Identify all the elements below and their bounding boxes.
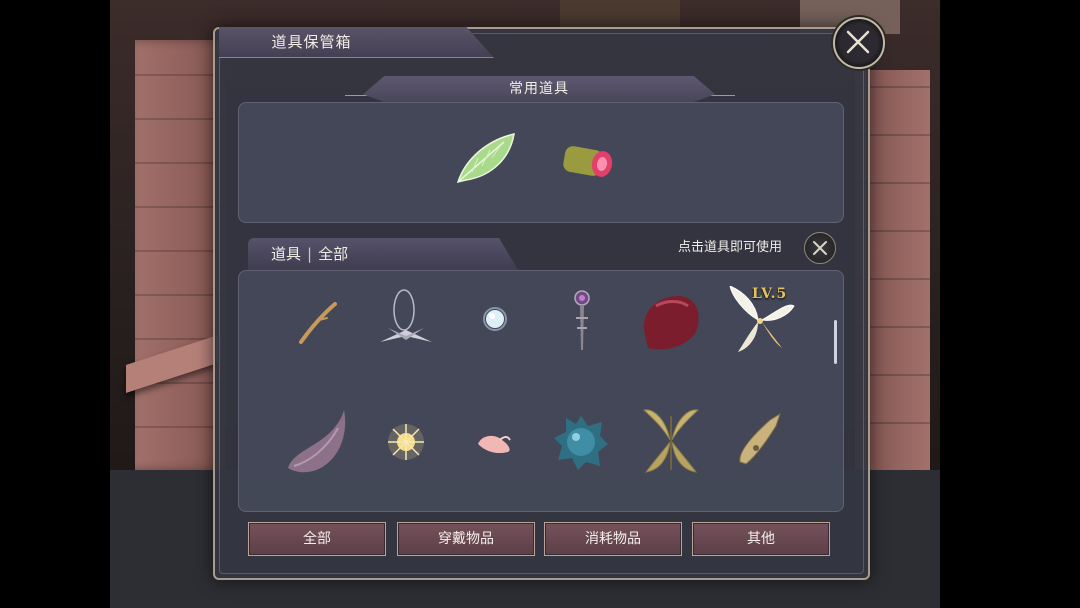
- level-badge: LV.5: [752, 286, 788, 302]
- wooden-twig-icon: [299, 302, 337, 344]
- filter-wearable-button[interactable]: 穿戴物品: [397, 522, 535, 556]
- close-icon: [846, 30, 870, 54]
- melon-slice-icon: [563, 146, 613, 177]
- inventory-item[interactable]: [640, 406, 702, 480]
- favorite-item-leaf[interactable]: [452, 128, 520, 192]
- inventory-item[interactable]: [374, 288, 438, 356]
- close-icon: [813, 241, 827, 255]
- filter-all-button[interactable]: 全部: [248, 522, 386, 556]
- filter-consumable-button[interactable]: 消耗物品: [544, 522, 682, 556]
- usage-hint: 点击道具即可使用: [678, 240, 783, 255]
- inventory-item[interactable]: [562, 288, 602, 358]
- filter-other-button[interactable]: 其他: [692, 522, 830, 556]
- items-tab-filter: 全部: [318, 245, 349, 263]
- blue-spiked-gem-icon: [554, 416, 608, 470]
- close-button[interactable]: [833, 17, 885, 69]
- favorites-panel: [238, 102, 844, 223]
- hint-close-button[interactable]: [804, 232, 836, 264]
- carved-shard-icon: [739, 412, 781, 465]
- inventory-item[interactable]: [295, 298, 341, 350]
- inventory-item[interactable]: [282, 408, 350, 482]
- inventory-item[interactable]: [482, 306, 508, 336]
- crimson-stone-icon: [643, 296, 699, 350]
- tab-separator: |: [307, 245, 313, 263]
- pearl-orb-icon: [483, 307, 507, 331]
- inventory-item[interactable]: [734, 412, 784, 472]
- favorites-header: 常用道具: [509, 81, 569, 97]
- items-tab[interactable]: 道具 | 全部: [271, 238, 348, 270]
- inventory-item[interactable]: [384, 420, 428, 468]
- scrollbar[interactable]: [834, 320, 837, 364]
- inventory-item[interactable]: [636, 290, 704, 358]
- pink-petal-icon: [478, 435, 511, 454]
- curved-horn-icon: [288, 410, 346, 473]
- left-wall: [135, 40, 225, 470]
- favorite-item-melon[interactable]: [558, 136, 618, 190]
- green-leaf-icon: [456, 133, 515, 184]
- glowing-spark-icon: [388, 424, 424, 460]
- jeweled-wand-icon: [574, 290, 590, 350]
- bookshelf-decor: [560, 0, 680, 28]
- inventory-item[interactable]: [474, 430, 514, 462]
- items-tab-label: 道具: [271, 245, 302, 263]
- inventory-item[interactable]: [552, 414, 610, 474]
- window-title: 道具保管箱: [271, 33, 352, 51]
- silver-pendant-icon: [380, 289, 432, 342]
- golden-wings-icon: [642, 409, 700, 473]
